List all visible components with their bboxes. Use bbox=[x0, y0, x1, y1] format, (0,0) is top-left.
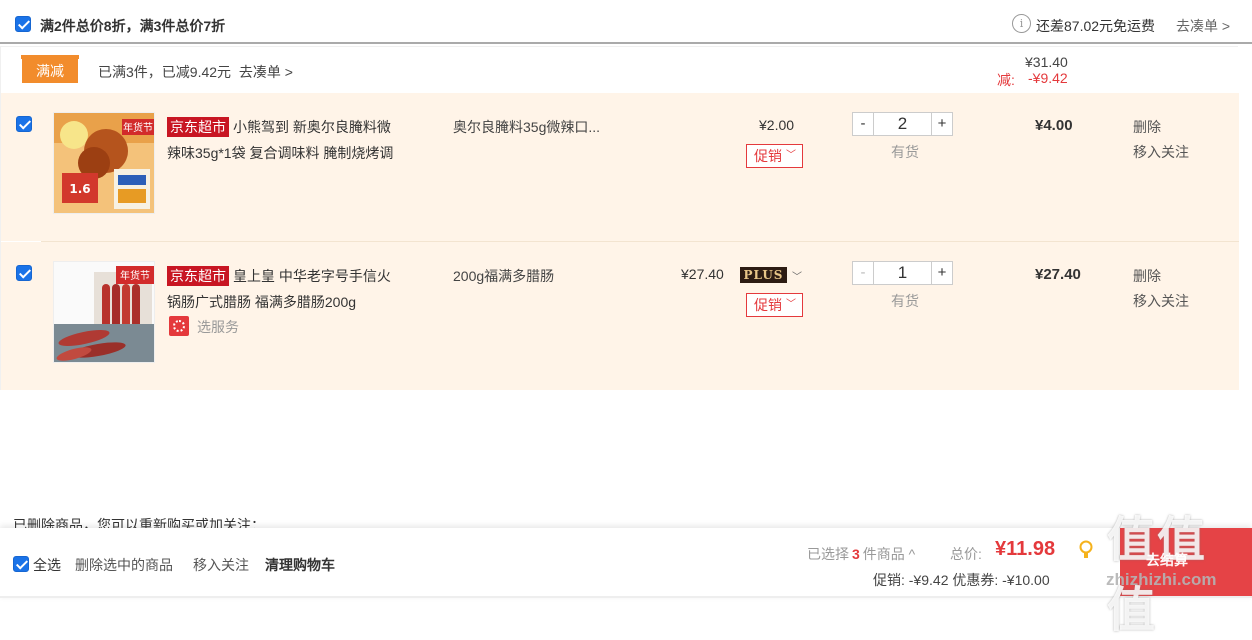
quantity-increase-button[interactable]: + bbox=[931, 262, 952, 284]
plus-member-badge[interactable]: PLUS bbox=[740, 267, 787, 283]
watermark-url: zhizhizhi.com bbox=[1106, 570, 1217, 589]
shop-header: 满2件总价8折，满3件总价7折 i 还差87.02元免运费 去凑单 > bbox=[0, 0, 1252, 44]
stock-status: 有货 bbox=[891, 293, 919, 309]
quantity-stepper[interactable]: - 1 + bbox=[852, 261, 953, 285]
chevron-down-icon[interactable]: ﹀ bbox=[792, 268, 802, 283]
discount-summary: 促销: -¥9.42 优惠券: -¥10.00 bbox=[873, 572, 1050, 588]
product-title-line1[interactable]: 京东超市 皇上皇 中华老字号手信火 bbox=[167, 266, 391, 286]
quantity-decrease-button[interactable]: - bbox=[853, 262, 874, 284]
item-subtotal: ¥4.00 bbox=[1035, 117, 1073, 134]
unit-price: ¥2.00 bbox=[759, 117, 795, 133]
promotion-label: 促销 bbox=[754, 297, 782, 313]
total-label: 总价: bbox=[950, 546, 982, 562]
lightbulb-icon[interactable] bbox=[1079, 540, 1093, 562]
shop-checkbox[interactable] bbox=[15, 16, 31, 32]
quantity-increase-button[interactable]: + bbox=[931, 113, 952, 135]
thumb-tag: 年货节 bbox=[120, 269, 150, 282]
select-all-label[interactable]: 全选 bbox=[33, 555, 61, 575]
quantity-stepper[interactable]: - 2 + bbox=[852, 112, 953, 136]
promo-add-items-link[interactable]: 去凑单 > bbox=[239, 64, 293, 80]
promo-desc-text: 已满3件，已减9.42元 bbox=[98, 64, 232, 80]
promo-cut-value: -¥9.42 bbox=[1028, 70, 1068, 86]
cart-item-row: 年货节 京东超市 皇上皇 中华老字号手信火 锅肠广式腊肠 福满多腊肠200g 选服… bbox=[1, 242, 1239, 390]
move-to-follow-link[interactable]: 移入关注 bbox=[193, 555, 249, 575]
promotion-dropdown[interactable]: 促销 ﹀ bbox=[746, 293, 803, 317]
stock-status: 有货 bbox=[891, 144, 919, 160]
promo-sum: ¥31.40 bbox=[1025, 54, 1068, 70]
product-title-line2[interactable]: 锅肠广式腊肠 福满多腊肠200g bbox=[167, 292, 356, 312]
item-checkbox[interactable] bbox=[16, 265, 32, 281]
move-to-follow-link[interactable]: 移入关注 bbox=[1133, 291, 1189, 311]
product-title-line2[interactable]: 辣味35g*1袋 复合调味料 腌制烧烤调 bbox=[167, 143, 393, 163]
selected-suffix: 件商品 ^ bbox=[862, 546, 916, 562]
seasoning-product-image: 年货节 1.6 bbox=[54, 113, 154, 213]
product-spec: 200g福满多腊肠 bbox=[453, 268, 555, 284]
move-to-follow-link[interactable]: 移入关注 bbox=[1133, 142, 1189, 162]
checkout-label[interactable]: 去结算 bbox=[1146, 550, 1188, 570]
promo-rule-text: 满2件总价8折，满3件总价7折 bbox=[40, 18, 226, 34]
shipping-add-items-link[interactable]: 去凑单 > bbox=[1176, 16, 1230, 36]
quantity-input[interactable]: 2 bbox=[875, 113, 930, 135]
item-checkbox[interactable] bbox=[16, 116, 32, 132]
selected-count-number: 3 bbox=[852, 546, 860, 562]
promo-cut-label: 减: bbox=[997, 72, 1015, 88]
cart-footer-bar: 全选 删除选中的商品 移入关注 清理购物车 已选择 3 件商品 ^ 总价: ¥11.… bbox=[0, 528, 1252, 598]
shipping-remaining-text: 还差87.02元免运费 bbox=[1036, 18, 1156, 34]
selected-prefix: 已选择 bbox=[807, 546, 849, 562]
product-thumbnail[interactable]: 年货节 1.6 bbox=[53, 112, 155, 214]
service-icon[interactable] bbox=[169, 316, 189, 336]
thumb-number: 1.6 bbox=[69, 182, 90, 196]
promo-tag: 满减 bbox=[21, 55, 79, 83]
quantity-input[interactable]: 1 bbox=[875, 262, 930, 284]
promo-description: 已满3件，已减9.42元 去凑单 > bbox=[98, 62, 293, 82]
chevron-down-icon: ﹀ bbox=[786, 299, 796, 310]
jd-supermarket-badge: 京东超市 bbox=[167, 266, 229, 286]
cart-item-row: 年货节 1.6 京东超市 小熊驾到 新奥尔良腌料微 辣味35g*1袋 复合调味料 … bbox=[1, 93, 1239, 241]
product-title-text[interactable]: 皇上皇 中华老字号手信火 bbox=[233, 268, 391, 284]
delete-selected-link[interactable]: 删除选中的商品 bbox=[75, 555, 173, 575]
delete-item-link[interactable]: 删除 bbox=[1133, 117, 1161, 137]
promotion-label: 促销 bbox=[754, 148, 782, 164]
product-title-text[interactable]: 小熊驾到 新奥尔良腌料微 bbox=[233, 119, 391, 135]
info-icon[interactable]: i bbox=[1012, 14, 1031, 33]
select-all-checkbox[interactable] bbox=[13, 556, 29, 572]
select-service-link[interactable]: 选服务 bbox=[197, 317, 239, 337]
promotion-dropdown[interactable]: 促销 ﹀ bbox=[746, 144, 803, 168]
thumb-tag: 年货节 bbox=[123, 121, 153, 134]
quantity-decrease-button[interactable]: - bbox=[853, 113, 874, 135]
clear-cart-link[interactable]: 清理购物车 bbox=[265, 555, 335, 575]
product-title-line1[interactable]: 京东超市 小熊驾到 新奥尔良腌料微 bbox=[167, 117, 391, 137]
total-amount: ¥11.98 bbox=[995, 538, 1056, 560]
item-subtotal: ¥27.40 bbox=[1035, 266, 1081, 283]
jd-supermarket-badge: 京东超市 bbox=[167, 117, 229, 137]
selected-count-toggle[interactable]: 已选择 3 件商品 ^ bbox=[807, 544, 915, 564]
product-spec: 奥尔良腌料35g微辣口... bbox=[453, 119, 601, 135]
sausage-product-image: 年货节 bbox=[54, 262, 154, 362]
promo-group: 满减 已满3件，已减9.42元 去凑单 > ¥31.40 减: -¥9.42 年 bbox=[0, 46, 1239, 390]
promo-bar: 满减 已满3件，已减9.42元 去凑单 > ¥31.40 减: -¥9.42 bbox=[1, 47, 1239, 93]
unit-price: ¥27.40 bbox=[681, 266, 724, 282]
product-thumbnail[interactable]: 年货节 bbox=[53, 261, 155, 363]
delete-item-link[interactable]: 删除 bbox=[1133, 266, 1161, 286]
chevron-down-icon: ﹀ bbox=[786, 150, 796, 161]
